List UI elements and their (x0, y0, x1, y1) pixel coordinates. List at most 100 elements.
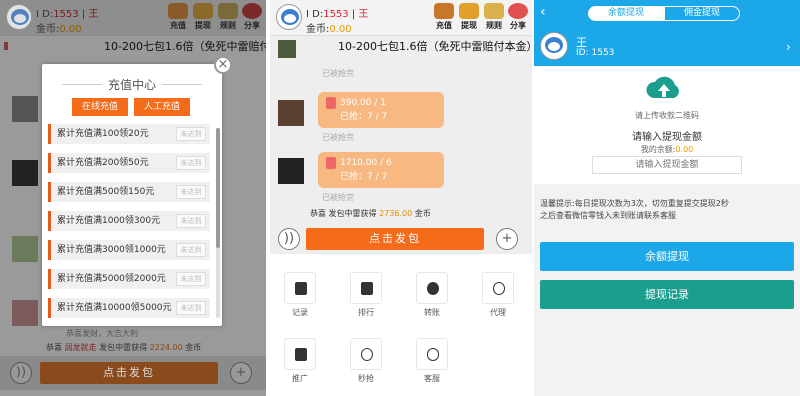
panel-withdraw: ‹ 余额提现 佣金提现 王 ID: 1553 › 请上传收款二维码 请输入提现金… (534, 0, 800, 396)
record-icon (284, 272, 316, 304)
divider (162, 84, 202, 85)
recharge-tier: 累计充值满500领150元 未达到 (48, 182, 210, 202)
panel-chat-room: I D:1553 | 王 金币:0.00 充值 提现 规则 分享 10-200七… (270, 0, 532, 396)
ranking-icon (350, 272, 382, 304)
rules-button[interactable]: 规则 (218, 3, 238, 31)
money-bag-icon (459, 3, 479, 19)
tier-status-button[interactable]: 未达到 (176, 243, 206, 257)
share-button[interactable]: 分享 (508, 3, 528, 31)
close-icon[interactable]: × (214, 56, 232, 74)
plus-button[interactable]: + (496, 228, 518, 250)
transfer-icon (416, 272, 448, 304)
top-bar: I D:1553 | 王 金币:0.00 充值 提现 规则 分享 (270, 0, 532, 36)
tier-status-button[interactable]: 未达到 (176, 214, 206, 228)
recharge-button[interactable]: 充值 (168, 3, 188, 31)
avatar (540, 32, 568, 60)
bottom-bar: )) 点击发包 + (270, 222, 532, 256)
chat-avatar (278, 158, 304, 184)
withdraw-header: ‹ 余额提现 佣金提现 王 ID: 1553 › (534, 0, 800, 66)
tab-manual-recharge[interactable]: 人工充值 (134, 98, 190, 116)
upload-hint: 请上传收款二维码 (635, 111, 699, 120)
function-grid: 记录 排行 转账 代理 推广 秒抢 客服 (270, 254, 532, 396)
tier-status-button[interactable]: 未达到 (176, 272, 206, 286)
send-packet-button[interactable]: 点击发包 (306, 228, 484, 250)
grid-item-quick-grab[interactable]: 秒抢 (336, 338, 396, 384)
tab-balance-withdraw[interactable]: 余额提现 (588, 6, 664, 21)
chat-avatar (12, 96, 38, 122)
recharge-tier: 累计充值满3000领1000元 未达到 (48, 240, 210, 260)
withdraw-button[interactable]: 提现 (459, 3, 479, 31)
bubble-note: 已被抢完 (322, 133, 354, 142)
chevron-right-icon[interactable]: › (786, 40, 791, 54)
tier-status-button[interactable]: 未达到 (176, 185, 206, 199)
bubble-note: 已被抢完 (322, 69, 354, 78)
service-icon (416, 338, 448, 370)
share-button[interactable]: 分享 (242, 3, 262, 31)
envelope-icon (326, 156, 336, 169)
avatar[interactable] (6, 4, 32, 30)
recharge-button[interactable]: 充值 (434, 3, 454, 31)
user-id: ID: 1553 (576, 48, 615, 58)
tier-status-button[interactable]: 未达到 (176, 156, 206, 170)
rules-icon (484, 3, 504, 19)
share-icon (242, 3, 262, 19)
tier-status-button[interactable]: 未达到 (176, 127, 206, 141)
grid-item-record[interactable]: 记录 (270, 272, 330, 318)
user-id: I D:1553 | 王 (36, 9, 99, 20)
congrats-line: 恭喜 发包中雷获得 2736.00 金币 (310, 209, 431, 218)
recharge-modal: 充值中心 在线充值 人工充值 累计充值满100领20元 未达到 累计充值满200领… (42, 64, 222, 326)
announcement-ticker: 10-200七包1.6倍（免死中雷赔付本金）自动赔率 (104, 40, 266, 53)
agent-icon (482, 272, 514, 304)
announcement-ticker: 10-200七包1.6倍（免死中雷赔付本金）自动赔率 (338, 40, 532, 53)
envelope-icon (326, 96, 336, 109)
amount-input[interactable] (592, 156, 742, 174)
grid-item-agent[interactable]: 代理 (468, 272, 528, 318)
chat-avatar (12, 160, 38, 186)
chat-avatar (12, 236, 38, 262)
recharge-tier: 累计充值满10000领5000元 未达到 (48, 298, 210, 318)
share-icon (508, 3, 528, 19)
tab-commission-withdraw[interactable]: 佣金提现 (664, 6, 740, 21)
withdraw-record-button[interactable]: 提现记录 (540, 280, 794, 309)
chat-avatar (278, 100, 304, 126)
bubble-note: 恭喜发财，大吉大利 (66, 329, 138, 338)
plus-button[interactable]: + (230, 362, 252, 384)
grid-item-promote[interactable]: 推广 (270, 338, 330, 384)
recharge-tier: 累计充值满1000领300元 未达到 (48, 211, 210, 231)
voice-button[interactable]: )) (10, 362, 32, 384)
qrcode-icon (284, 338, 316, 370)
grid-item-transfer[interactable]: 转账 (402, 272, 462, 318)
grid-item-ranking[interactable]: 排行 (336, 272, 396, 318)
tab-online-recharge[interactable]: 在线充值 (72, 98, 128, 116)
modal-scrollbar[interactable] (216, 128, 220, 318)
balance-line: 我的余额:0.00 (640, 145, 694, 154)
back-icon[interactable]: ‹ (540, 4, 546, 20)
coin-balance: 金币:0.00 (306, 24, 352, 35)
tier-status-button[interactable]: 未达到 (176, 301, 206, 315)
congrats-line: 恭喜 润龙就走 发包中雷获得 2224.00 金币 (46, 343, 202, 352)
withdraw-form: 请上传收款二维码 请输入提现金额 我的余额:0.00 (534, 66, 800, 184)
top-bar: I D:1553 | 王 金币:0.00 充值 提现 规则 分享 (0, 0, 266, 36)
withdraw-button[interactable]: 提现 (193, 3, 213, 31)
amount-title: 请输入提现金额 (632, 132, 702, 143)
avatar[interactable] (276, 4, 302, 30)
grid-item-service[interactable]: 客服 (402, 338, 462, 384)
red-packet-bubble[interactable]: 1710.00 / 6 已抢：7 / 7 (318, 152, 444, 188)
speaker-icon (4, 42, 12, 50)
chat-avatar (278, 40, 296, 58)
treasure-icon (434, 3, 454, 19)
money-bag-icon (193, 3, 213, 19)
rules-button[interactable]: 规则 (484, 3, 504, 31)
tip-text: 温馨提示:每日提现次数为3次，切勿重复提交提现2秒之后查看微信零钱入未到账请联系… (540, 199, 729, 220)
recharge-tier: 累计充值满5000领2000元 未达到 (48, 269, 210, 289)
bubble-note: 已被抢完 (322, 193, 354, 202)
upload-cloud-icon[interactable] (644, 72, 684, 102)
bottom-bar: )) 点击发包 + (0, 356, 266, 390)
panel-recharge: I D:1553 | 王 金币:0.00 充值 提现 规则 分享 10-200七… (0, 0, 266, 396)
red-packet-bubble[interactable]: 390.00 / 1 已抢：7 / 7 (318, 92, 444, 128)
recharge-tier: 累计充值满200领50元 未达到 (48, 153, 210, 173)
user-id: I D:1553 | 王 (306, 9, 369, 20)
send-packet-button[interactable]: 点击发包 (40, 362, 218, 384)
voice-button[interactable]: )) (278, 228, 300, 250)
balance-withdraw-button[interactable]: 余额提现 (540, 242, 794, 271)
